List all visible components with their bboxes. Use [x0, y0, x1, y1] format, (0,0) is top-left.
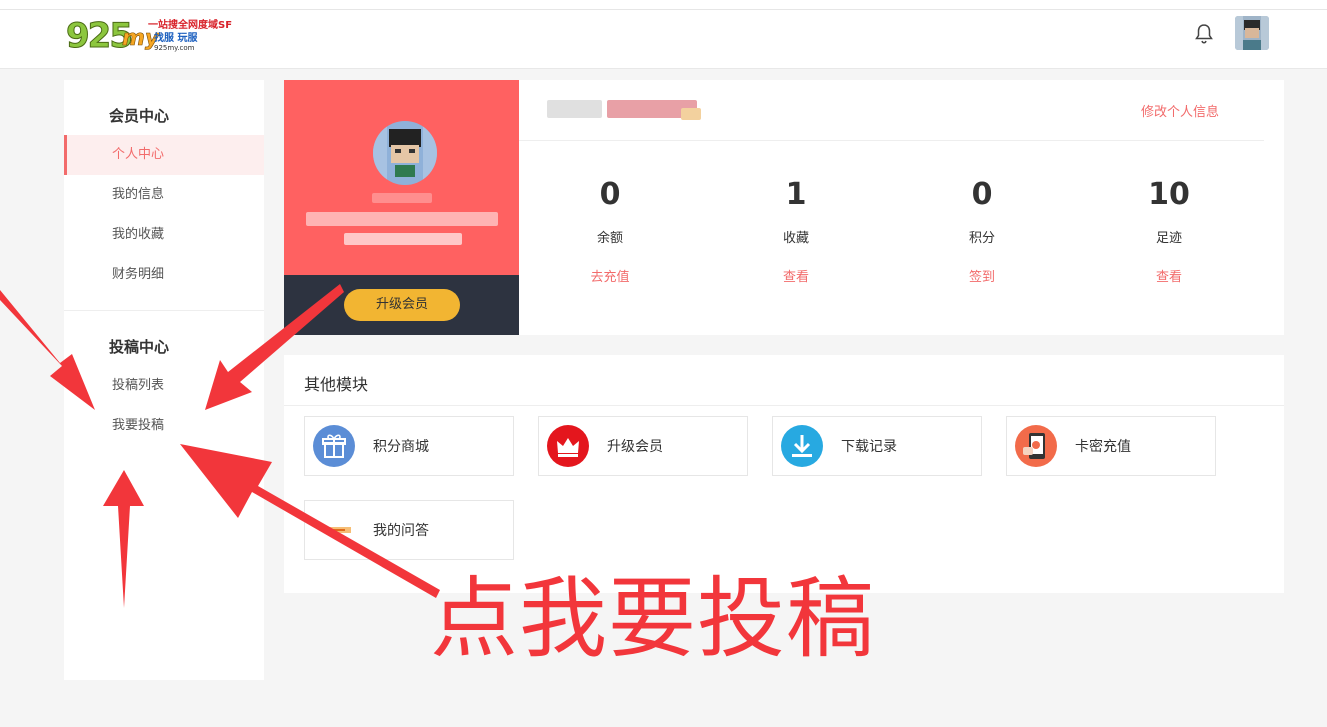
module-upgrade-member[interactable]: 升级会员 — [538, 416, 748, 476]
stat-favorites: 1 收藏 查看 — [736, 175, 856, 285]
module-card-recharge[interactable]: 卡密充值 — [1006, 416, 1216, 476]
phone-card-icon — [1015, 425, 1057, 467]
submit-center-title: 投稿中心 — [109, 338, 170, 356]
edit-profile-link[interactable]: 修改个人信息 — [1141, 101, 1219, 120]
sidebar-item-finance[interactable]: 财务明细 — [64, 255, 264, 295]
user-avatar[interactable] — [1235, 16, 1269, 50]
module-points-mall[interactable]: 积分商城 — [304, 416, 514, 476]
logo-domain: 925my.com — [154, 44, 195, 52]
sidebar-item-my-info[interactable]: 我的信息 — [64, 175, 264, 215]
top-header: 925 my 一站搜全网度域SF 找服 玩服 925my.com — [0, 0, 1327, 69]
modules-divider — [284, 405, 1284, 406]
stat-points-label: 积分 — [968, 231, 995, 246]
stat-balance-label: 余额 — [596, 231, 623, 246]
view-favorites-link[interactable]: 查看 — [736, 266, 856, 285]
sidebar-item-personal-center[interactable]: 个人中心 — [64, 135, 264, 175]
bell-icon[interactable] — [1192, 22, 1216, 46]
stat-points: 0 积分 签到 — [922, 175, 1042, 285]
bookmark-strip — [0, 0, 1327, 10]
module-download-records[interactable]: 下载记录 — [772, 416, 982, 476]
logo-subslogan: 找服 玩服 — [154, 33, 198, 44]
view-footprints-link[interactable]: 查看 — [1109, 266, 1229, 285]
userlevel-blur — [681, 108, 701, 120]
profile-name-blur — [372, 193, 432, 203]
annotation-label: 点我要投稿 — [430, 567, 876, 670]
recharge-link[interactable]: 去充值 — [550, 266, 670, 285]
qa-icon — [313, 509, 355, 551]
module-points-mall-label: 积分商城 — [373, 439, 429, 455]
stat-footprints-label: 足迹 — [1155, 231, 1182, 246]
sidebar-divider — [64, 310, 264, 311]
username-blur — [547, 100, 602, 118]
module-card-recharge-label: 卡密充值 — [1075, 439, 1131, 455]
sidebar: 会员中心 个人中心 我的信息 我的收藏 财务明细 投稿中心 投稿列表 我要投稿 — [64, 80, 264, 680]
stat-points-value: 0 — [971, 177, 993, 212]
sidebar-item-submission-list[interactable]: 投稿列表 — [64, 366, 264, 406]
profile-banner — [284, 80, 519, 275]
upgrade-member-button[interactable]: 升级会员 — [344, 289, 460, 321]
modules-title: 其他模块 — [304, 375, 369, 394]
stat-footprints-value: 10 — [1148, 177, 1190, 212]
checkin-link[interactable]: 签到 — [922, 266, 1042, 285]
module-upgrade-member-label: 升级会员 — [607, 439, 663, 455]
stat-balance-value: 0 — [599, 177, 621, 212]
module-my-qa-label: 我的问答 — [373, 523, 429, 539]
gift-icon — [313, 425, 355, 467]
sidebar-item-my-favorites[interactable]: 我的收藏 — [64, 215, 264, 255]
stat-balance: 0 余额 去充值 — [550, 175, 670, 285]
module-download-records-label: 下载记录 — [841, 439, 897, 455]
stat-footprints: 10 足迹 查看 — [1109, 175, 1229, 285]
stat-favorites-label: 收藏 — [782, 231, 809, 246]
profile-avatar[interactable] — [373, 121, 437, 185]
site-logo[interactable]: 925 my 一站搜全网度域SF 找服 玩服 925my.com — [66, 14, 233, 58]
sidebar-item-submit[interactable]: 我要投稿 — [64, 406, 264, 446]
crown-icon — [547, 425, 589, 467]
download-icon — [781, 425, 823, 467]
member-center-title: 会员中心 — [109, 107, 170, 125]
stat-favorites-value: 1 — [785, 177, 807, 212]
profile-id-blur — [306, 212, 498, 226]
profile-info-bar: 修改个人信息 — [519, 80, 1264, 141]
profile-meta-blur — [344, 233, 462, 245]
profile-card: 升级会员 修改个人信息 0 余额 去充值 1 收藏 查看 0 积分 签到 10 … — [284, 80, 1284, 335]
